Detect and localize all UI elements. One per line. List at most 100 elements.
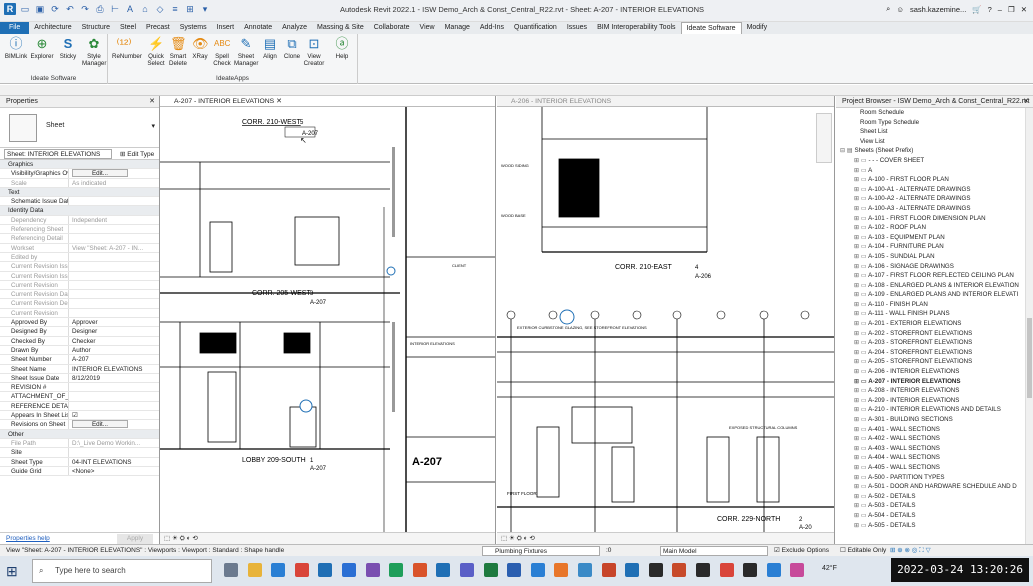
browser-item[interactable]: ⊞ ▭ A-403 - WALL SECTIONS [836,444,1033,454]
firefox-icon[interactable] [554,563,569,577]
tab-steel[interactable]: Steel [115,22,141,34]
browser-item[interactable]: ⊟ ▤ Sheets (Sheet Prefix) [836,146,1033,156]
snip-icon[interactable] [578,563,592,577]
smart-delete-button[interactable]: 🗑 Smart Delete [166,36,190,67]
category-dropdown[interactable]: Plumbing Fixtures [482,546,600,556]
help-icon[interactable]: ? [988,5,992,14]
tab-manage[interactable]: Manage [440,22,475,34]
browser-item[interactable]: ⊞ ▭ A-100 - FIRST FLOOR PLAN [836,175,1033,185]
property-value[interactable]: A-207 [68,355,159,364]
tab-precast[interactable]: Precast [141,22,175,34]
tree-node-icon[interactable]: ⊞ ▭ [854,272,868,279]
browser-item[interactable]: ⊞ ▭ A-107 - FIRST FLOOR REFLECTED CEILIN… [836,271,1033,281]
tree-node-icon[interactable]: ⊞ ▭ [854,387,868,394]
tree-node-icon[interactable]: ⊞ ▭ [854,310,868,317]
redo-icon[interactable]: ↷ [79,3,91,15]
browser-item[interactable]: ⊞ ▭ A-105 - SUNDIAL PLAN [836,252,1033,262]
model-dropdown[interactable]: Main Model [660,546,768,556]
tree-node-icon[interactable]: ⊞ ▭ [854,253,868,260]
instance-filter-dropdown[interactable]: Sheet: INTERIOR ELEVATIONS [4,148,112,159]
browser-item[interactable]: ⊞ ▭ A-206 - INTERIOR ELEVATIONS [836,367,1033,377]
browser-item[interactable]: ⊞ ▭ A-503 - DETAILS [836,501,1033,511]
screen-icon[interactable] [672,563,687,577]
drawing-canvas-a206[interactable]: CORR. 210-EAST 4 A-206 CORR. 229-NORTH 2… [497,107,834,532]
tree-node-icon[interactable]: ⊞ ▭ [854,464,868,471]
taskbar-search-box[interactable]: ⌕ Type here to search [32,559,212,583]
property-value[interactable]: Checker [68,336,159,345]
browser-item[interactable]: ⊞ ▭ A-209 - INTERIOR ELEVATIONS [836,396,1033,406]
tab-quantification[interactable]: Quantification [509,22,562,34]
view-control-icons[interactable]: ⬚ ☀ ⛭ ◐ ⟲ [501,535,535,542]
xray-button[interactable]: 👁 XRay [188,36,212,60]
view-3d-icon[interactable]: ⌂ [139,3,151,15]
minimize-icon[interactable]: – [998,5,1002,14]
tree-node-icon[interactable]: ⊞ ▭ [854,522,868,529]
photos-icon[interactable] [766,563,781,577]
browser-item[interactable]: ⊞ ▭ A-401 - WALL SECTIONS [836,425,1033,435]
tab-analyze[interactable]: Analyze [277,22,312,34]
tree-node-icon[interactable]: ⊞ ▭ [854,349,868,356]
spell-check-button[interactable]: ABC Spell Check [210,36,234,67]
property-value[interactable]: Designer [68,327,159,336]
teams-icon[interactable] [460,563,474,577]
property-value[interactable] [68,392,159,401]
tree-node-icon[interactable]: ⊞ ▭ [854,320,868,327]
tree-node-icon[interactable]: ⊞ ▭ [854,243,868,250]
property-category-label[interactable]: Other [0,430,159,438]
text-icon[interactable]: A [124,3,136,15]
tree-node-icon[interactable]: ⊞ ▭ [854,426,868,433]
revit-icon[interactable] [625,563,640,577]
tab-ideate-software[interactable]: Ideate Software [680,22,742,34]
browser-item[interactable]: Sheet List [836,127,1033,137]
task-view-icon[interactable] [224,563,238,577]
property-value[interactable] [68,401,159,411]
browser-item[interactable]: ⊞ ▭ A-207 - INTERIOR ELEVATIONS [836,377,1033,387]
edit-button[interactable]: Edit... [72,420,128,429]
property-value[interactable]: Edit... [68,169,159,178]
tab-issues[interactable]: Issues [562,22,592,34]
tree-node-icon[interactable]: ⊞ ▭ [854,330,868,337]
properties-help-link[interactable]: Properties help [6,535,50,542]
restore-icon[interactable]: ❐ [1008,5,1015,14]
tree-node-icon[interactable]: ⊞ ▭ [854,301,868,308]
tab-structure[interactable]: Structure [77,22,115,34]
browser-item[interactable]: ⊞ ▭ A [836,166,1033,176]
clock[interactable]: 2022-03-24 13:20:26 [891,558,1029,582]
print-icon[interactable]: ⎙ [94,3,106,15]
browser-item[interactable]: ⊞ ▭ A-100-A2 - ALTERNATE DRAWINGS [836,194,1033,204]
close-browser-icon[interactable]: ✕ [1023,96,1029,108]
browser-item[interactable]: ⊞ ▭ A-100-A1 - ALTERNATE DRAWINGS [836,185,1033,195]
section-icon[interactable]: ◇ [154,3,166,15]
browser-item[interactable]: ⊞ ▭ A-505 - DETAILS [836,521,1033,531]
property-value[interactable] [68,448,159,457]
tree-node-icon[interactable]: ⊞ ▭ [854,483,868,490]
browser-item[interactable]: ⊞ ▭ A-100-A3 - ALTERNATE DRAWINGS [836,204,1033,214]
tab-file[interactable]: File [0,22,30,34]
style-manager-button[interactable]: ✿ Style Manager [82,36,106,67]
browser-item[interactable]: ⊞ ▭ A-404 - WALL SECTIONS [836,453,1033,463]
tree-node-icon[interactable]: ⊞ ▭ [854,263,868,270]
browser-item[interactable]: ⊞ ▭ A-204 - STOREFRONT ELEVATIONS [836,348,1033,358]
property-category-label[interactable]: Text [0,188,159,196]
view-tab-a206[interactable]: A-206 - INTERIOR ELEVATIONS [497,96,834,107]
tree-node-icon[interactable]: ⊞ ▭ [854,368,868,375]
tab-add-ins[interactable]: Add-Ins [475,22,509,34]
revit-logo-icon[interactable]: R [4,3,16,15]
browser-item[interactable]: ⊞ ▭ A-502 - DETAILS [836,492,1033,502]
edge-icon[interactable] [271,563,286,577]
browser-item[interactable]: ⊞ ▭ A-109 - ENLARGED PLANS AND INTERIOR … [836,290,1033,300]
quick-select-button[interactable]: ⚡ Quick Select [144,36,168,67]
browser-item[interactable]: ⊞ ▭ - - - COVER SHEET [836,156,1033,166]
switch-windows-icon[interactable]: ⊞ [184,3,196,15]
onedrive-icon[interactable] [530,563,545,577]
sync-icon[interactable]: ⟳ [49,3,61,15]
tree-node-icon[interactable]: ⊞ ▭ [854,339,868,346]
undo-icon[interactable]: ↶ [64,3,76,15]
chevron-down-icon[interactable]: ▾ [151,122,155,130]
pinned-icon[interactable] [365,563,380,577]
view-tab-a207[interactable]: A-207 - INTERIOR ELEVATIONS ✕ [160,96,495,107]
tree-node-icon[interactable]: ⊞ ▭ [854,493,868,500]
tab-insert[interactable]: Insert [212,22,240,34]
tree-node-icon[interactable]: ⊞ ▭ [854,416,868,423]
property-value[interactable]: ☑ [68,411,159,420]
